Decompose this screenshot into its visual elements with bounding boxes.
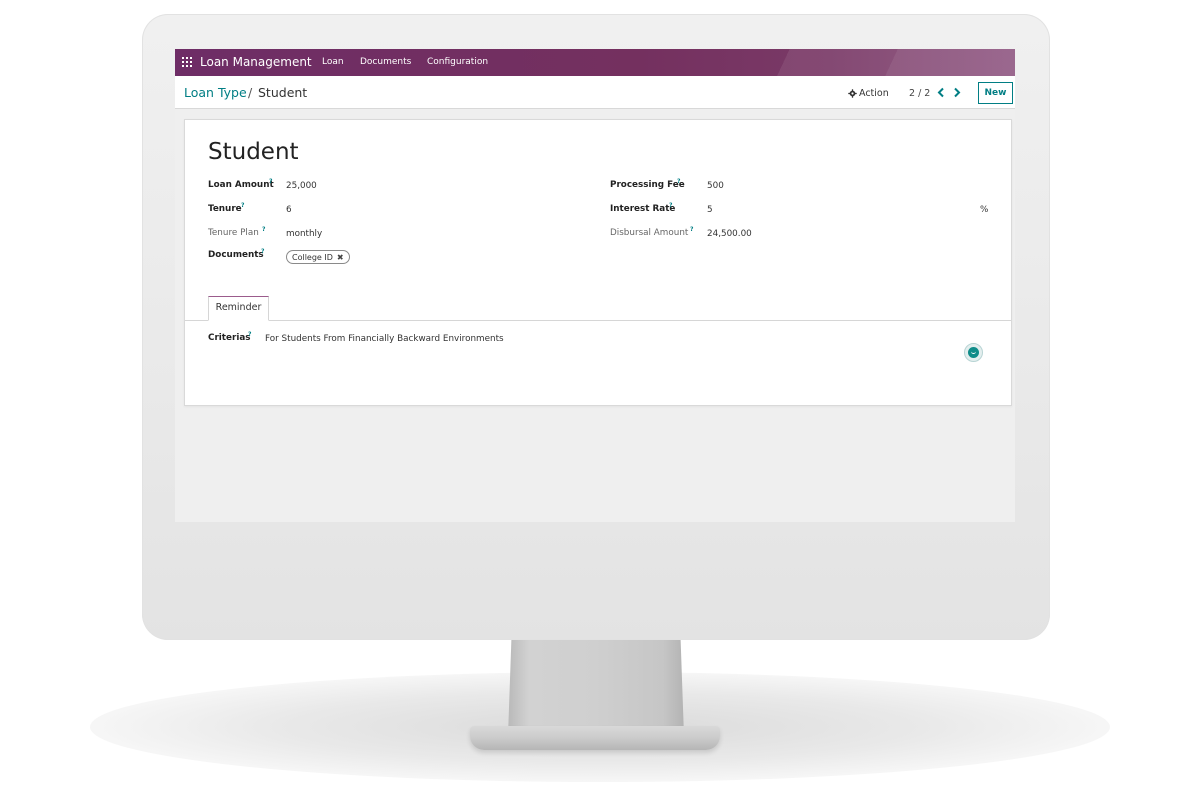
processing-fee-help-icon[interactable]: ? <box>677 178 680 185</box>
breadcrumb-parent-link[interactable]: Loan Type <box>184 85 247 100</box>
criterias-label: Criterias <box>208 333 251 343</box>
tab-divider <box>185 320 1011 321</box>
tenure-field[interactable]: 6 <box>286 205 292 215</box>
navbar-decoration <box>595 49 1015 76</box>
interest-rate-field[interactable]: 5 <box>707 205 713 215</box>
assistant-icon[interactable] <box>964 343 983 362</box>
gear-icon <box>848 89 857 98</box>
tab-reminder[interactable]: Reminder <box>208 296 269 321</box>
new-button[interactable]: New <box>978 82 1013 104</box>
chevron-right-icon[interactable] <box>952 87 962 98</box>
tenure-label: Tenure <box>208 204 242 214</box>
pager-value[interactable]: 2 / 2 <box>909 88 930 99</box>
disbursal-amount-field: 24,500.00 <box>707 229 752 239</box>
assistant-icon-core <box>968 347 979 358</box>
control-panel: Loan Type / Student Action 2 / 2 New <box>175 76 1015 109</box>
breadcrumb-current: Student <box>258 85 308 100</box>
tenure-plan-label: Tenure Plan <box>208 228 259 238</box>
remove-tag-icon[interactable]: ✖ <box>337 253 344 262</box>
loan-amount-label: Loan Amount <box>208 180 274 190</box>
documents-help-icon[interactable]: ? <box>261 248 264 255</box>
criterias-field[interactable]: For Students From Financially Backward E… <box>265 334 504 344</box>
processing-fee-label: Processing Fee <box>610 180 685 190</box>
interest-rate-unit: % <box>980 205 989 215</box>
record-title[interactable]: Student <box>208 139 299 165</box>
form-sheet: Student Loan Amount ? 25,000 Tenure ? 6 … <box>184 119 1012 406</box>
breadcrumb-separator: / <box>248 85 253 100</box>
action-label: Action <box>859 88 889 99</box>
menu-item-loan[interactable]: Loan <box>322 57 344 67</box>
loan-amount-help-icon[interactable]: ? <box>269 178 272 185</box>
document-tag-label: College ID <box>292 252 333 262</box>
tenure-help-icon[interactable]: ? <box>241 202 244 209</box>
tenure-plan-help-icon[interactable]: ? <box>262 226 265 233</box>
app-name[interactable]: Loan Management <box>200 55 312 69</box>
interest-rate-help-icon[interactable]: ? <box>669 202 672 209</box>
menu-item-configuration[interactable]: Configuration <box>427 57 488 67</box>
disbursal-amount-help-icon[interactable]: ? <box>690 226 693 233</box>
loan-amount-field[interactable]: 25,000 <box>286 181 317 191</box>
chevron-left-icon[interactable] <box>936 87 946 98</box>
action-button[interactable]: Action <box>848 88 889 99</box>
processing-fee-field[interactable]: 500 <box>707 181 724 191</box>
criterias-help-icon[interactable]: ? <box>248 331 251 338</box>
interest-rate-label: Interest Rate <box>610 204 676 214</box>
menu-item-documents[interactable]: Documents <box>360 57 411 67</box>
app-screen: Loan Management Loan Documents Configura… <box>175 49 1015 522</box>
apps-grid-icon[interactable] <box>182 57 192 67</box>
disbursal-amount-label: Disbursal Amount <box>610 228 689 238</box>
document-tag: College ID ✖ <box>286 250 350 264</box>
documents-label: Documents <box>208 250 264 260</box>
top-navbar: Loan Management Loan Documents Configura… <box>175 49 1015 76</box>
monitor-stand-base <box>470 726 720 750</box>
tenure-plan-field[interactable]: monthly <box>286 229 322 239</box>
monitor-stand-neck <box>508 636 684 736</box>
